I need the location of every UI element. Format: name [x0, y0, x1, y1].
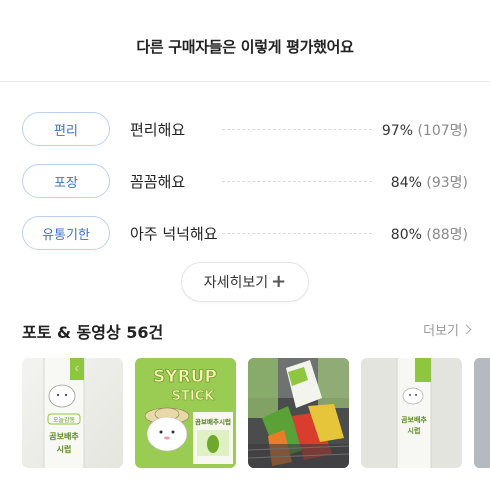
- section-header: 다른 구매자들은 이렇게 평가했어요: [0, 0, 490, 82]
- see-all-label: 더보기: [423, 324, 459, 339]
- tag-convenience[interactable]: 편리: [22, 112, 110, 146]
- syrup-stick-box-photo: SYRUP STICK 곰보배추시럽: [135, 358, 236, 468]
- package-text: STICK: [172, 389, 216, 404]
- product-stick-photo: ☾ 오늘감동 곰보배추 시럽: [22, 358, 123, 468]
- rating-percent: 97%: [381, 123, 414, 139]
- photo-thumbnail[interactable]: ☾ 오늘감동 곰보배추 시럽: [22, 358, 123, 468]
- rating-percent: 80%: [390, 227, 422, 243]
- photo-thumbnail[interactable]: [474, 358, 490, 468]
- product-in-basket-photo: [248, 358, 349, 468]
- tag-expiration[interactable]: 유통기한: [22, 216, 110, 250]
- rating-percent: 84%: [390, 175, 422, 191]
- svg-text:☾: ☾: [75, 365, 81, 373]
- rating-label: 아주 넉넉해요: [130, 225, 218, 243]
- rating-stats: 80% (88명): [391, 224, 468, 244]
- rating-stats: 84% (93명): [391, 172, 468, 192]
- partial-photo: [474, 358, 490, 468]
- see-more-button[interactable]: 자세히보기 +: [181, 262, 309, 302]
- package-text: 곰보배추: [401, 415, 427, 424]
- package-text: 곰보배추시럽: [195, 417, 231, 426]
- plus-icon: +: [271, 271, 287, 292]
- tag-packaging[interactable]: 포장: [22, 164, 110, 198]
- package-text: SYRUP: [153, 367, 217, 387]
- photo-thumbnail[interactable]: SYRUP STICK 곰보배추시럽: [135, 358, 236, 468]
- page-title: 다른 구매자들은 이렇게 평가했어요: [136, 38, 354, 56]
- package-text: 곰보배추: [49, 431, 79, 441]
- see-more-label: 자세히보기: [203, 275, 269, 291]
- rating-stats: 97% (107명): [382, 120, 468, 140]
- photo-thumbnail[interactable]: 곰보배추 시럽: [361, 358, 462, 468]
- see-all-link[interactable]: 더보기: [423, 320, 472, 339]
- rating-count: (107명): [417, 123, 468, 139]
- rating-row-expiration: 유통기한 아주 넉넉해요 80% (88명): [22, 216, 468, 250]
- divider-dots: [222, 129, 372, 130]
- photo-thumbnail-strip: ☾ 오늘감동 곰보배추 시럽 SYRUP STICK 곰보배추시럽 곰보배추 시…: [22, 358, 490, 468]
- product-stick-closeup-photo: 곰보배추 시럽: [361, 358, 462, 468]
- chevron-right-icon: [461, 324, 472, 335]
- rating-row-convenience: 편리 편리해요 97% (107명): [22, 112, 468, 146]
- rating-row-packaging: 포장 꼼꼼해요 84% (93명): [22, 164, 468, 198]
- photo-thumbnail[interactable]: [248, 358, 349, 468]
- package-text: 시럽: [408, 426, 421, 435]
- rating-count: (88명): [426, 227, 468, 243]
- divider-dots: [222, 181, 372, 182]
- divider-dots: [222, 233, 372, 234]
- rating-label: 꼼꼼해요: [130, 173, 186, 191]
- package-text: 시럽: [57, 444, 72, 454]
- photo-section-title: 포토 & 동영상 56건: [22, 323, 164, 342]
- rating-count: (93명): [426, 175, 468, 191]
- package-text: 오늘감동: [53, 417, 76, 424]
- rating-label: 편리해요: [130, 121, 186, 139]
